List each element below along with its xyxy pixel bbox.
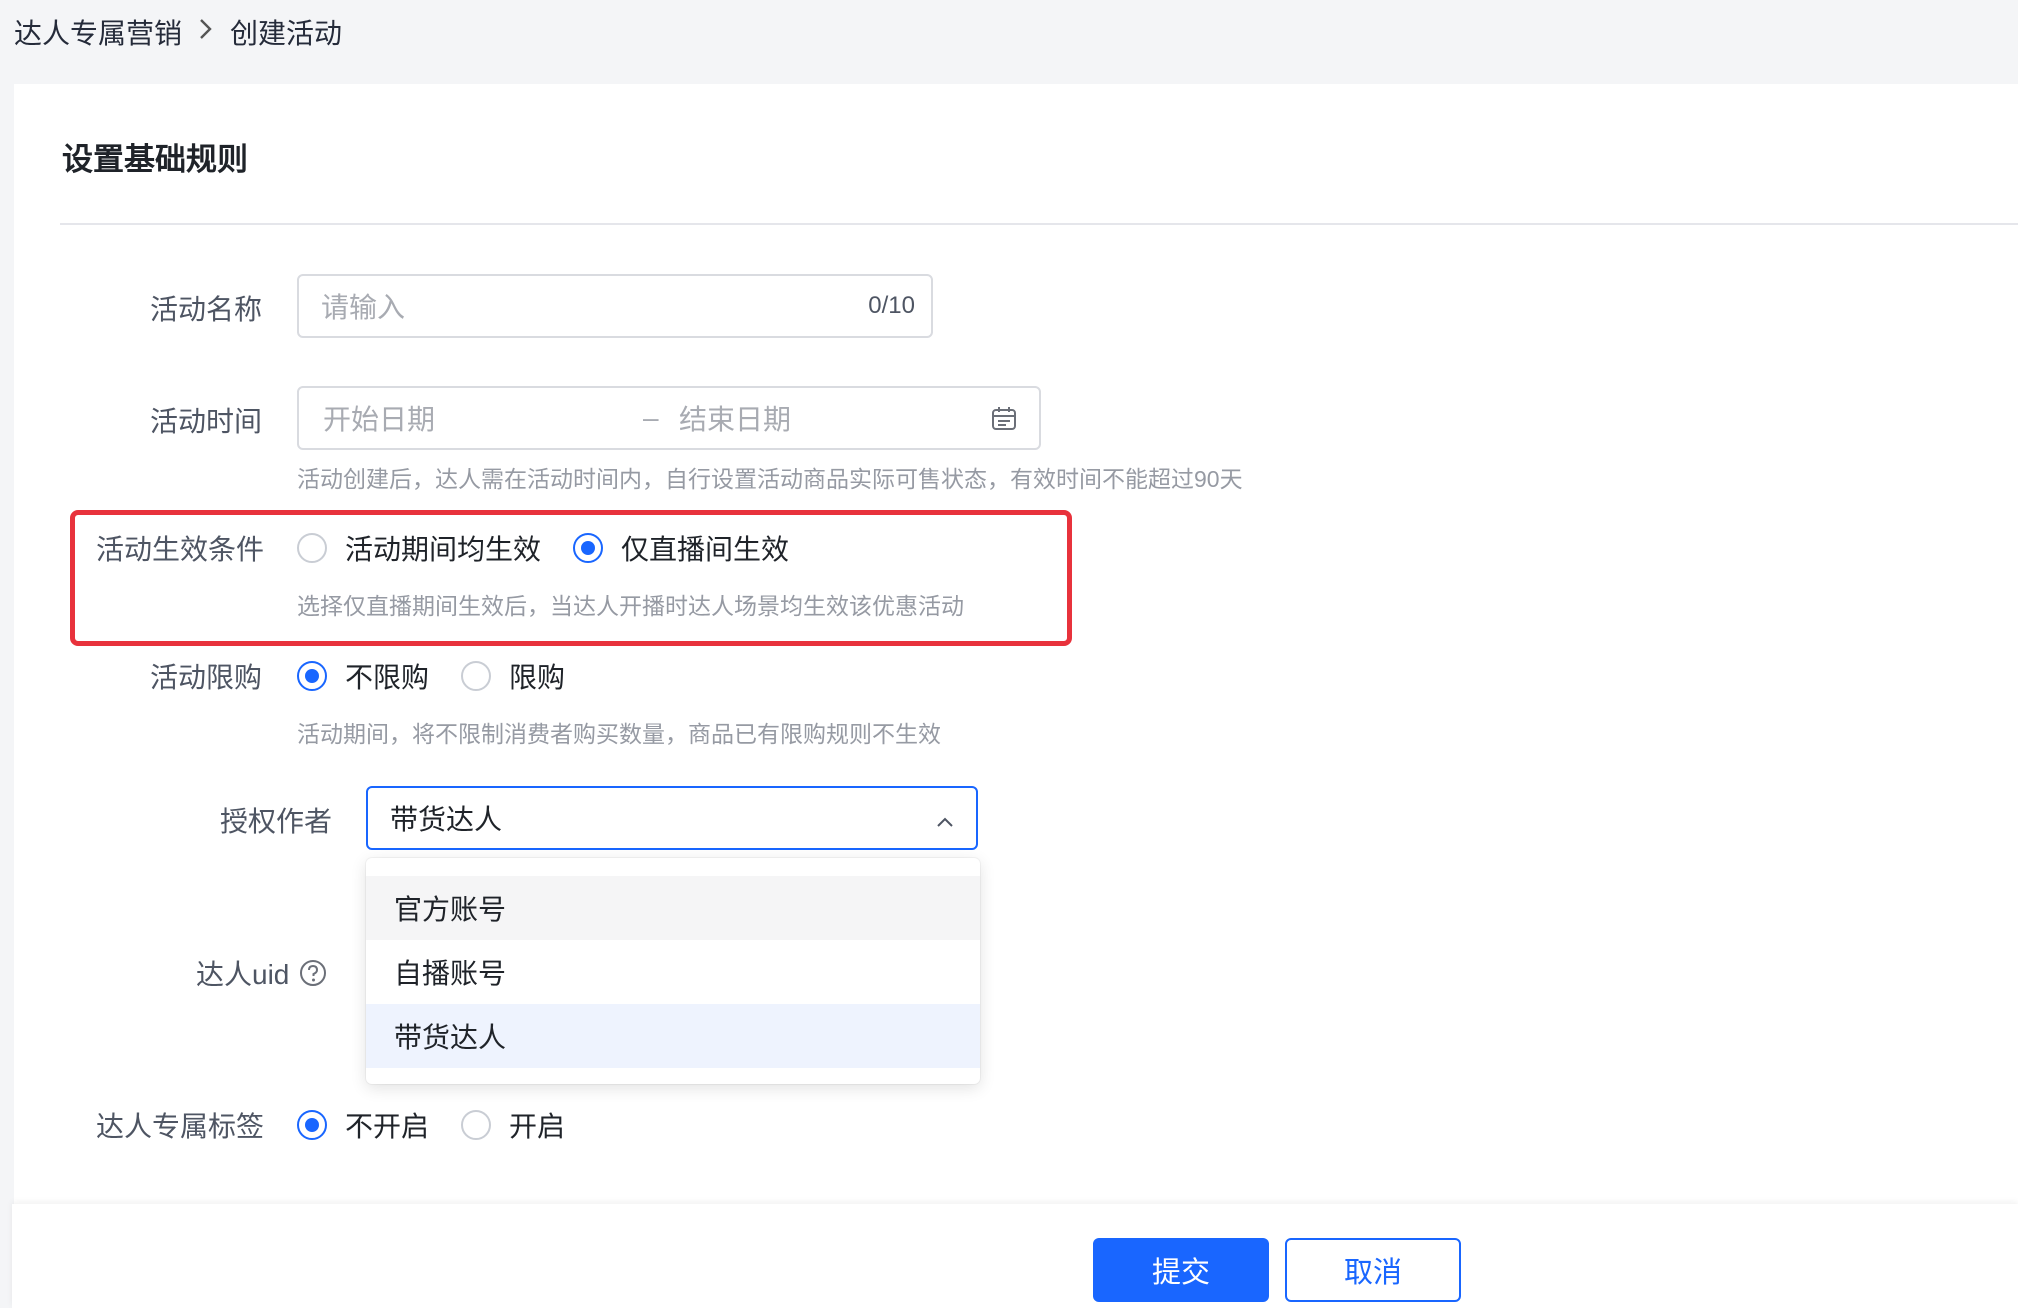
end-date-input[interactable]: 结束日期 (679, 398, 791, 438)
radio-no-limit[interactable]: 不限购 (297, 656, 429, 696)
footer-bar (12, 1204, 2018, 1308)
radio-label: 仅直播间生效 (621, 534, 790, 565)
uid-label: 达人uid (196, 959, 290, 990)
chevron-right-icon (198, 17, 214, 48)
submit-button[interactable]: 提交 (1093, 1238, 1269, 1302)
radio-tag-off[interactable]: 不开启 (297, 1105, 429, 1145)
radio-unchecked-icon (461, 1110, 492, 1140)
section-title: 设置基础规则 (62, 142, 248, 177)
range-separator: – (643, 402, 659, 433)
breadcrumb-current: 创建活动 (230, 18, 343, 49)
exclusive-tag-radio-group: 不开启 开启 (297, 1105, 597, 1145)
activity-time-label: 活动时间 (150, 406, 263, 437)
radio-unchecked-icon (461, 661, 492, 691)
radio-label: 开启 (509, 1111, 566, 1142)
activity-name-label: 活动名称 (150, 294, 263, 325)
radio-limit[interactable]: 限购 (461, 656, 565, 696)
activity-time-range-picker[interactable]: 开始日期 – 结束日期 (297, 386, 1041, 450)
radio-effect-all-period[interactable]: 活动期间均生效 (297, 528, 541, 568)
cancel-button[interactable]: 取消 (1285, 1238, 1461, 1302)
chevron-up-icon (934, 808, 956, 840)
radio-unchecked-icon (297, 533, 327, 563)
effect-condition-label: 活动生效条件 (96, 534, 265, 565)
radio-tag-on[interactable]: 开启 (461, 1105, 565, 1145)
dropdown-option-official[interactable]: 官方账号 (366, 876, 980, 940)
dropdown-option-influencer[interactable]: 带货达人 (366, 1004, 980, 1068)
activity-name-input[interactable]: 请输入 0/10 (297, 274, 933, 338)
radio-checked-icon (297, 1110, 327, 1140)
breadcrumb: 达人专属营销 创建活动 (14, 12, 342, 52)
radio-checked-icon (573, 533, 604, 563)
dropdown-option-self-broadcast[interactable]: 自播账号 (366, 940, 980, 1004)
author-select[interactable]: 带货达人 (366, 786, 978, 850)
effect-condition-hint: 选择仅直播期间生效后，当达人开播时达人场景均生效该优惠活动 (297, 593, 964, 619)
radio-label: 活动期间均生效 (345, 534, 542, 565)
author-dropdown-menu: 官方账号 自播账号 带货达人 (366, 858, 980, 1084)
radio-label: 不开启 (345, 1111, 430, 1142)
purchase-limit-hint: 活动期间，将不限制消费者购买数量，商品已有限购规则不生效 (297, 721, 941, 747)
author-select-value: 带货达人 (390, 804, 503, 835)
effect-condition-radio-group: 活动期间均生效 仅直播间生效 (297, 528, 821, 568)
purchase-limit-radio-group: 不限购 限购 (297, 656, 597, 696)
activity-time-hint: 活动创建后，达人需在活动时间内，自行设置活动商品实际可售状态，有效时间不能超过9… (297, 466, 1243, 492)
exclusive-tag-label: 达人专属标签 (96, 1111, 265, 1142)
author-label: 授权作者 (220, 806, 333, 837)
radio-label: 限购 (509, 662, 566, 693)
activity-name-placeholder: 请输入 (321, 292, 406, 323)
breadcrumb-parent[interactable]: 达人专属营销 (14, 12, 182, 52)
divider (60, 223, 2018, 225)
radio-label: 不限购 (345, 662, 430, 693)
uid-label-wrap: 达人uid (196, 953, 327, 993)
calendar-icon[interactable] (991, 406, 1017, 439)
radio-checked-icon (297, 661, 327, 691)
start-date-input[interactable]: 开始日期 (323, 398, 435, 438)
purchase-limit-label: 活动限购 (150, 662, 263, 693)
question-icon[interactable] (299, 959, 327, 987)
activity-name-counter: 0/10 (868, 292, 915, 319)
radio-effect-live-only[interactable]: 仅直播间生效 (573, 528, 789, 568)
